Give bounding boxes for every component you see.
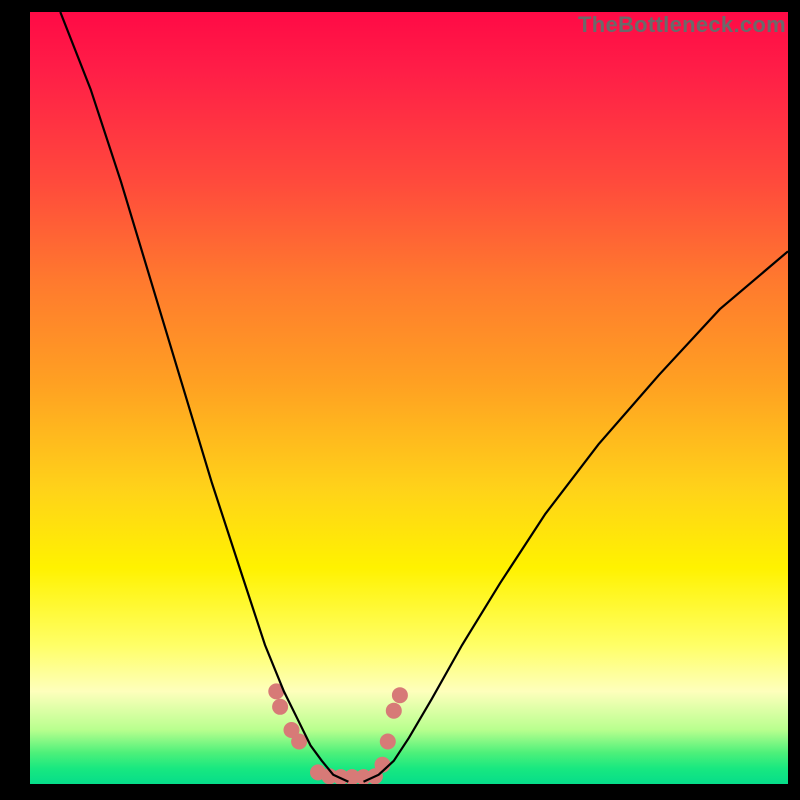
scatter-point: [272, 699, 288, 715]
watermark-text: TheBottleneck.com: [578, 12, 786, 38]
chart-container: TheBottleneck.com: [0, 0, 800, 800]
scatter-point: [392, 687, 408, 703]
plot-area: [30, 12, 788, 784]
left-curve: [60, 12, 348, 782]
valley-scatter: [268, 683, 408, 784]
scatter-point: [386, 703, 402, 719]
right-curve: [364, 251, 789, 781]
chart-svg: [30, 12, 788, 784]
scatter-point: [380, 734, 396, 750]
